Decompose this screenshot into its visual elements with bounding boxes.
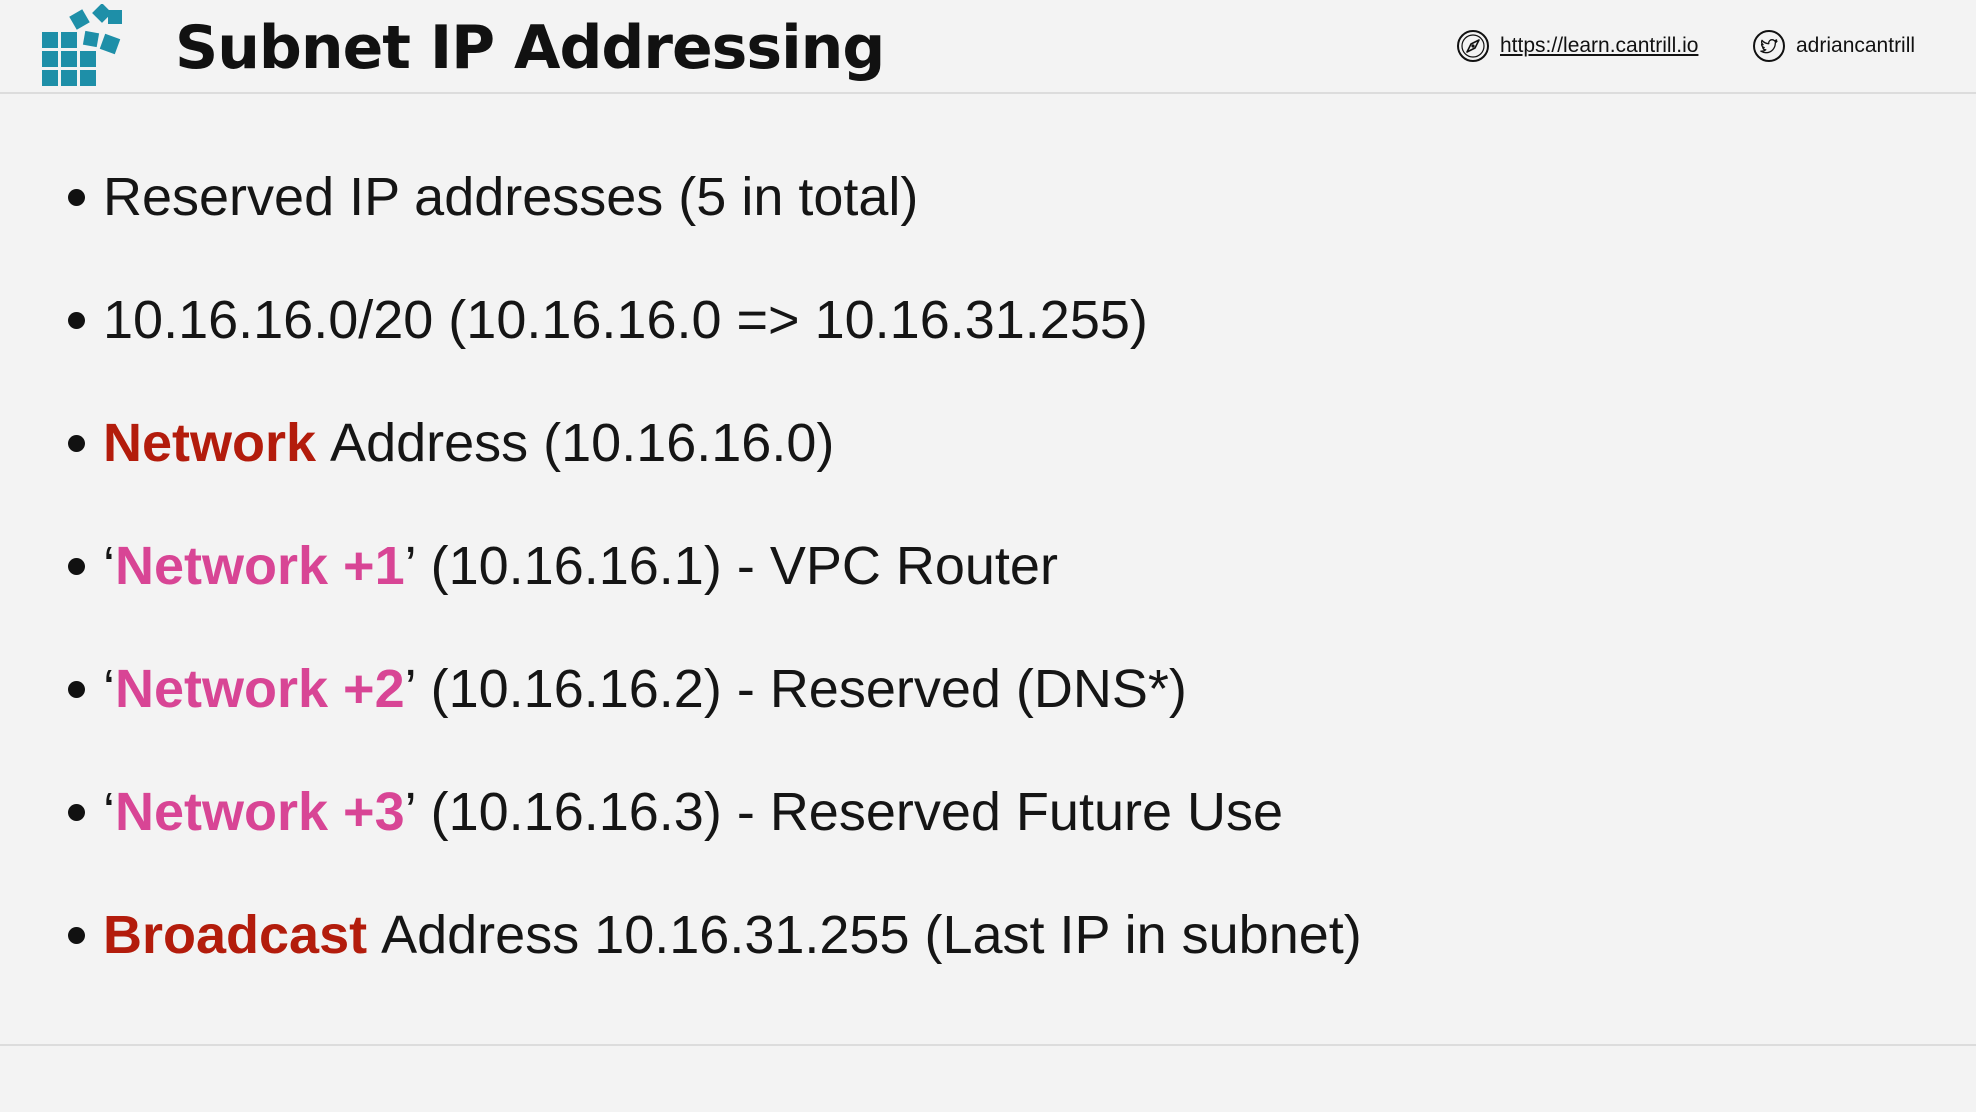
bullet-dot	[68, 557, 85, 575]
twitter-bird-icon	[1753, 30, 1785, 62]
bullet-network-plus-2: ‘Network +2’ (10.16.16.2) - Reserved (DN…	[68, 634, 1187, 744]
footer-divider	[0, 1044, 1976, 1046]
blocks-logo-icon	[42, 4, 122, 86]
page-title: Subnet IP Addressing	[175, 13, 885, 83]
twitter-handle[interactable]: adriancantrill	[1796, 34, 1915, 58]
highlight-network: Network	[103, 413, 317, 473]
highlight-network-plus-1: Network +1	[115, 536, 405, 596]
compass-icon	[1457, 30, 1489, 62]
highlight-broadcast: Broadcast	[103, 905, 368, 965]
bullet-text: Address 10.16.31.255 (Last IP in subnet)	[381, 905, 1362, 965]
close-quote: ’	[404, 536, 417, 596]
slide-header: Subnet IP Addressing https://learn.cantr…	[0, 0, 1976, 94]
bullet-text: (10.16.16.3) - Reserved Future Use	[430, 782, 1284, 842]
bullet-text: Reserved IP addresses (5 in total)	[103, 167, 919, 227]
bullet-dot	[68, 188, 85, 206]
twitter-handle-group: adriancantrill	[1752, 26, 1915, 66]
bullet-reserved-addresses: Reserved IP addresses (5 in total)	[68, 142, 918, 252]
open-quote: ‘	[103, 782, 115, 842]
bullet-dot	[68, 803, 85, 821]
highlight-network-plus-3: Network +3	[115, 782, 405, 842]
bullet-dot	[68, 926, 85, 944]
open-quote: ‘	[103, 659, 115, 719]
highlight-network-plus-2: Network +2	[115, 659, 405, 719]
bullet-network-plus-3: ‘Network +3’ (10.16.16.3) - Reserved Fut…	[68, 757, 1283, 867]
bullet-text: 10.16.16.0/20 (10.16.16.0 => 10.16.31.25…	[103, 290, 1148, 350]
open-quote: ‘	[103, 536, 115, 596]
website-link[interactable]: https://learn.cantrill.io	[1500, 34, 1698, 58]
website-link-group: https://learn.cantrill.io	[1456, 26, 1698, 66]
bullet-subnet-range: 10.16.16.0/20 (10.16.16.0 => 10.16.31.25…	[68, 265, 1148, 375]
bullet-dot	[68, 680, 85, 698]
close-quote: ’	[404, 659, 417, 719]
close-quote: ’	[404, 782, 417, 842]
bullet-text: Address (10.16.16.0)	[330, 413, 835, 473]
bullet-broadcast-address: Broadcast Address 10.16.31.255 (Last IP …	[68, 880, 1362, 990]
bullet-dot	[68, 434, 85, 452]
bullet-network-plus-1: ‘Network +1’ (10.16.16.1) - VPC Router	[68, 511, 1058, 621]
bullet-text: (10.16.16.2) - Reserved (DNS*)	[430, 659, 1187, 719]
bullet-network-address: Network Address (10.16.16.0)	[68, 388, 834, 498]
bullet-text: (10.16.16.1) - VPC Router	[430, 536, 1058, 596]
bullet-dot	[68, 311, 85, 329]
